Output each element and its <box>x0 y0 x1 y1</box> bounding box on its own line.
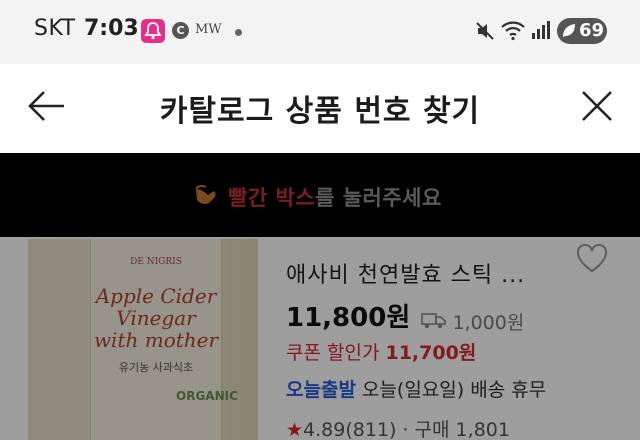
close-button[interactable] <box>575 84 619 128</box>
leaf-icon <box>561 22 577 44</box>
pointing-hand-icon <box>192 181 220 213</box>
battery-level: 69 <box>579 20 605 41</box>
app-header: 카탈로그 상품 번호 찾기 <box>0 64 640 153</box>
bell-notification-icon <box>141 19 165 43</box>
status-bar: SKT 7:03 C MW 69 <box>0 0 640 64</box>
page-title: 카탈로그 상품 번호 찾기 <box>159 94 481 129</box>
c-app-notification-icon: C <box>172 22 189 39</box>
hint-rest-text: 를 눌러주세요 <box>315 186 442 210</box>
dim-overlay <box>0 237 640 440</box>
close-icon <box>582 91 612 121</box>
mute-icon <box>474 20 496 46</box>
hint-banner: 빨간 박스를 눌러주세요 <box>0 153 640 237</box>
hint-red-text: 빨간 박스 <box>228 186 316 210</box>
battery-indicator: 69 <box>557 18 607 44</box>
hint-text: 빨간 박스를 눌러주세요 <box>228 182 442 212</box>
clock: 7:03 <box>84 16 139 41</box>
mw-app-notification-icon: MW <box>195 22 222 37</box>
carrier-label: SKT <box>34 16 76 41</box>
more-notifications-dot <box>235 29 242 36</box>
wifi-icon <box>500 18 526 46</box>
signal-icon <box>530 19 552 45</box>
